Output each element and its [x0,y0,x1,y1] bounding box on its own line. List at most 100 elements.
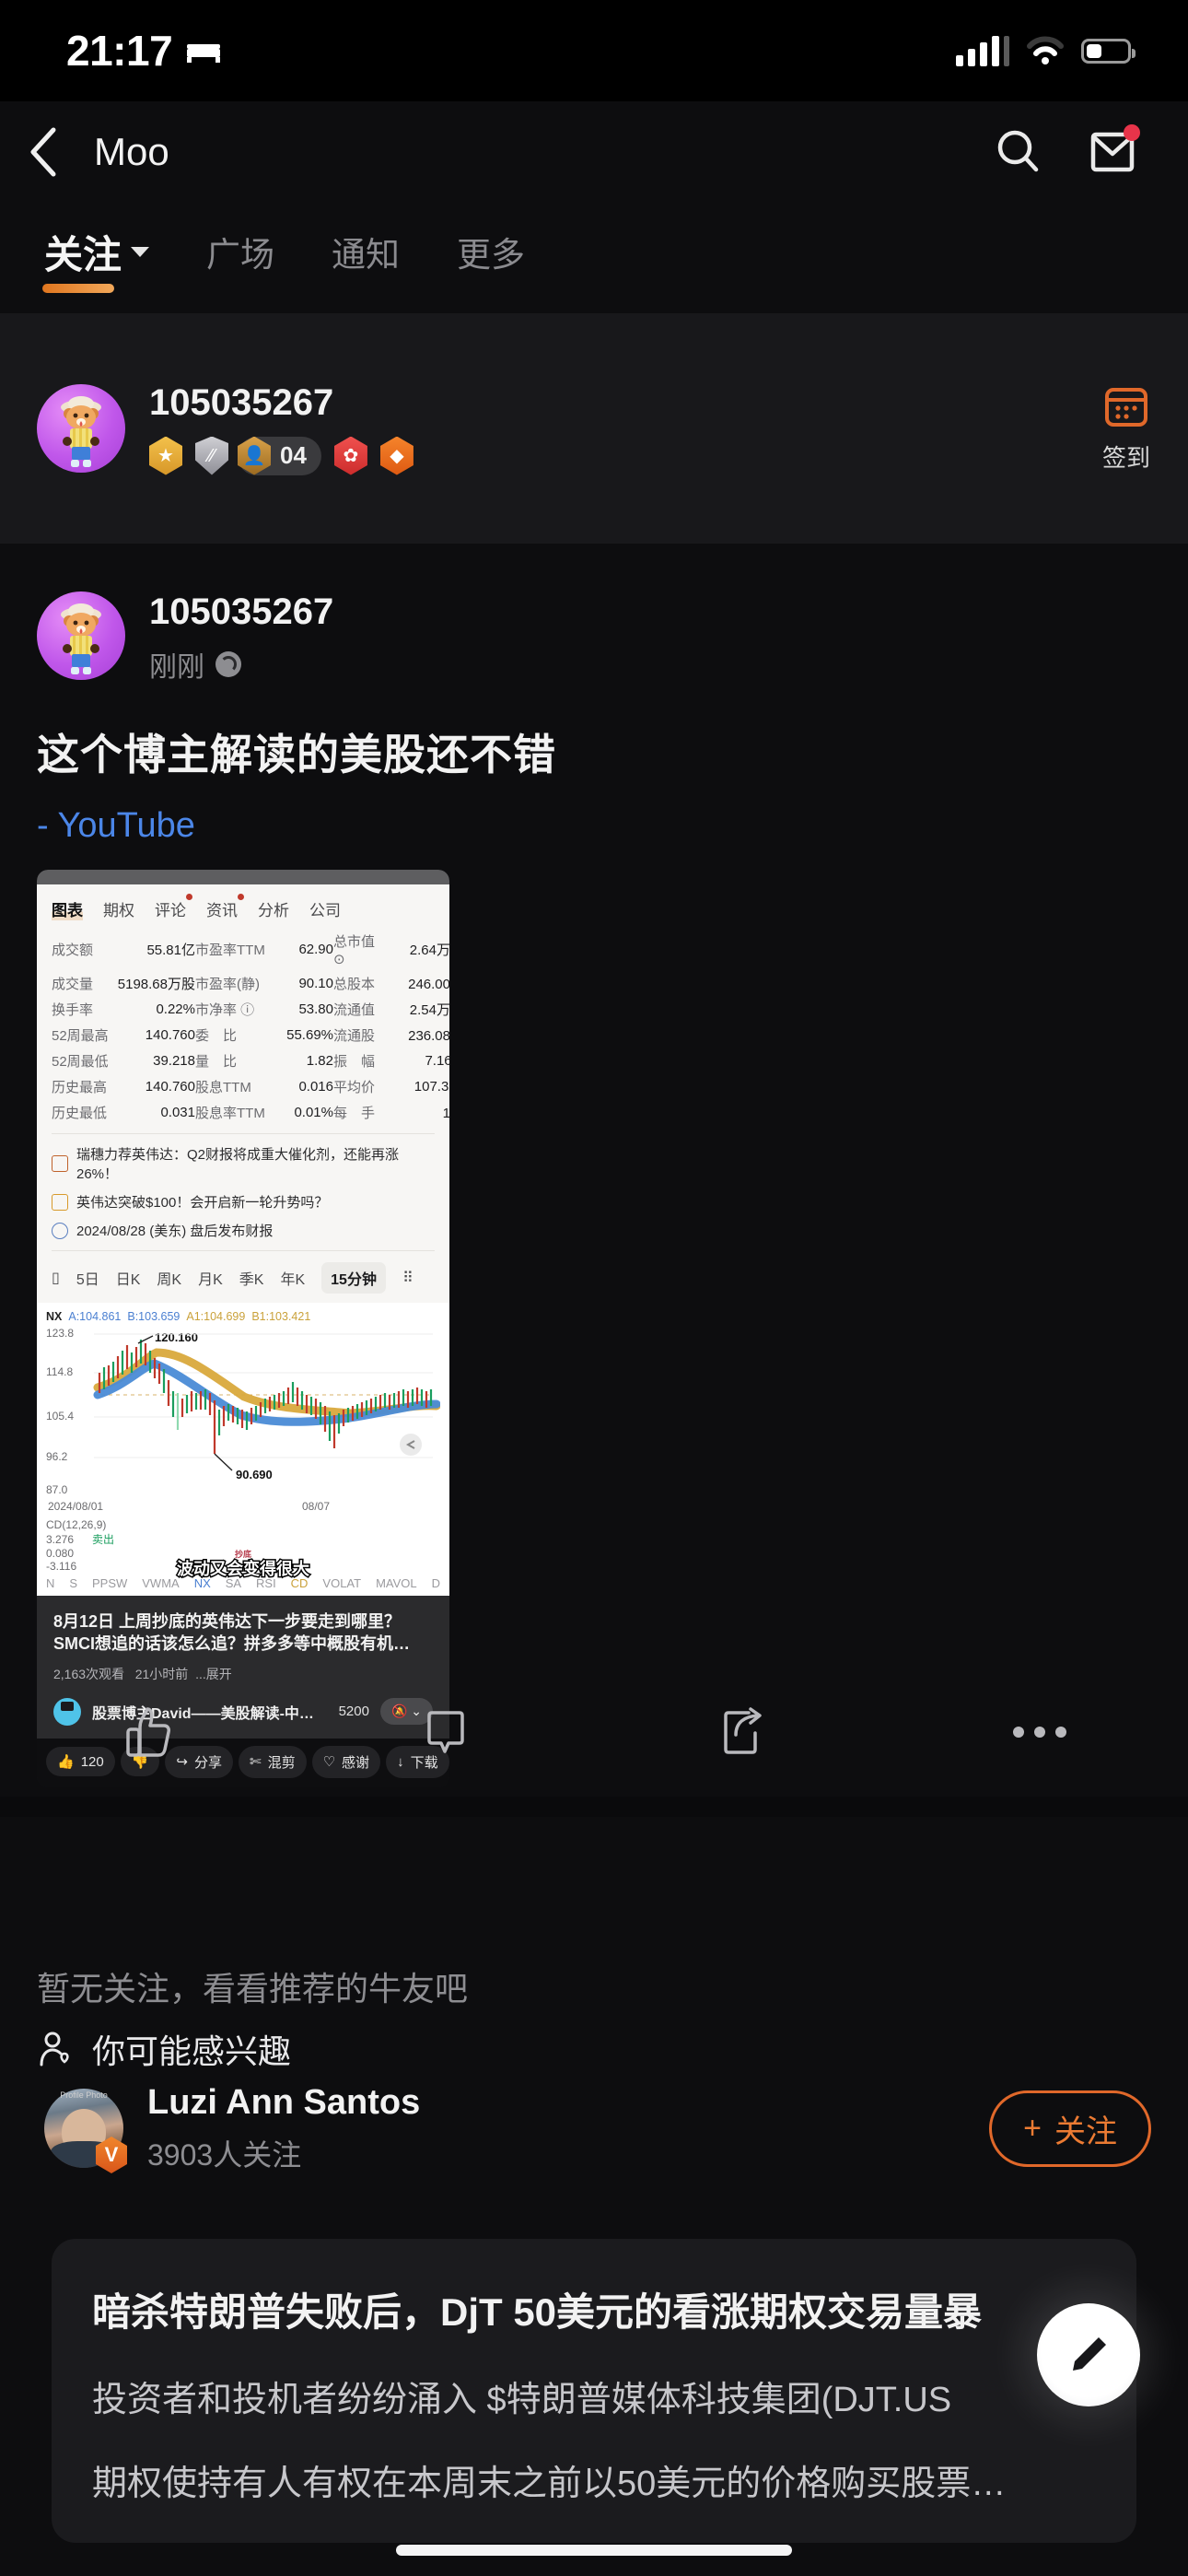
embed-tab-comments[interactable]: 评论 [155,894,192,920]
status-bar: 21:17 [0,0,1188,101]
article-card[interactable]: 暗杀特朗普失败后，DjT 50美元的看涨期权交易量暴 投资者和投机者纷纷涌入 $… [52,2239,1136,2543]
ktab-day[interactable]: 日K [116,1267,141,1289]
embed-news-list: 瑞穗力荐英伟达：Q2财报将成重大催化剂，还能再涨26%！ 英伟达突破$100！会… [52,1133,435,1240]
more-button[interactable] [891,1721,1188,1743]
video-title: 8月12日 上周抄底的英伟达下一步要走到哪里？SMCI想追的话该怎么追？拼多多等… [53,1612,410,1654]
quote-key: 换手率 [52,1002,94,1018]
gem-badge-icon[interactable]: ◆ [379,436,413,475]
bear-avatar-icon [61,396,101,467]
post-author-avatar[interactable] [37,591,125,680]
chart-legend: NX A:104.861 B:103.659 A1:104.699 B1:103… [46,1310,440,1323]
tab-notifications[interactable]: 通知 [324,227,407,276]
chevron-left-icon [30,127,56,177]
my-profile-info: 105035267 ★ ⁄⁄ 👤 04 ✿ ◆ [149,382,413,475]
embed-tab-list: 图表 期权 评论 资讯 分析 公司 [52,894,435,920]
ktab-month[interactable]: 月K [198,1267,223,1289]
quote-key: 52周最高 [52,1028,109,1044]
embed-tab-news-label: 资讯 [206,902,238,919]
news-item[interactable]: 瑞穗力荐英伟达：Q2财报将成重大催化剂，还能再涨26%！ [52,1144,435,1183]
tab-square[interactable]: 广场 [199,227,282,276]
interest-header: 你可能感兴趣 [37,2025,291,2073]
compose-button[interactable] [1037,2303,1140,2406]
quote-value: 140.760 [145,1079,195,1095]
share-button[interactable] [594,1704,891,1761]
checkin-button[interactable]: 签到 [1101,384,1151,474]
embed-tab-news[interactable]: 资讯 [206,894,244,920]
embed-tab-company[interactable]: 公司 [309,897,341,920]
embedded-screenshot[interactable]: 图表 期权 评论 资讯 分析 公司 成交额 55.81亿 市盈率TTM 62.9… [37,870,449,1787]
news-text: 2024/08/28 (美东) 盘后发布财报 [76,1224,274,1239]
tab-more-label: 更多 [457,236,526,274]
red-dot-icon [186,894,192,900]
ktab-year[interactable]: 年K [280,1267,305,1289]
pencil-icon [1073,2337,1106,2371]
empty-state-message: 暂无关注，看看推荐的牛友吧 [37,1970,469,2008]
article-line-3: 期权使持有人有权在本周末之前以50美元的价格购买股票… [92,2465,1007,2503]
chart-plot-area: 123.8 114.8 105.4 96.2 87.0 120.160 90.6… [46,1325,440,1500]
ktab-quarter[interactable]: 季K [239,1267,264,1289]
tab-more[interactable]: 更多 [449,227,532,276]
recommended-user-info: Luzi Ann Santos 3903人关注 [147,2083,420,2174]
chart-legend-b1: B1:103.421 [251,1310,311,1323]
section-divider [0,1797,1188,1817]
embed-chart-period-tabs: ▯ 5日 日K 周K 月K 季K 年K 15分钟 ⠿ [52,1250,435,1294]
follow-plus-icon: + [1023,2110,1042,2146]
post-timestamp: 刚刚 [149,652,204,683]
quote-key: 股息TTM [195,1080,251,1095]
ktab-5day[interactable]: 5日 [76,1267,99,1289]
article-comment-count: 评论 27 [92,2542,1096,2543]
back-button[interactable] [0,124,88,180]
search-button[interactable] [993,126,1044,178]
follow-button[interactable]: + 关注 [989,2090,1151,2167]
tab-notifications-label: 通知 [332,236,401,274]
recommended-user-name: Luzi Ann Santos [147,2082,421,2122]
bed-icon [187,44,221,63]
avatar[interactable] [37,384,125,473]
chart-symbol: NX [46,1310,63,1323]
shield-badge-icon[interactable]: ⁄⁄ [195,436,228,475]
recommended-user-avatar[interactable]: Profile Photo V [44,2089,127,2173]
globe-icon [215,651,241,677]
feed-tabs: 关注 广场 通知 更多 [0,203,1188,300]
quote-key: 成交量 [52,977,94,992]
my-username: 105035267 [149,381,334,423]
post-link[interactable]: - YouTube [37,806,1151,846]
embed-tab-chart[interactable]: 图表 [52,897,83,920]
ktab-selected[interactable]: 15分钟 [321,1262,386,1294]
chart-x-axis: 2024/08/01 08/07 [46,1500,440,1513]
news-item[interactable]: 英伟达突破$100！会开启新一轮升势吗？ [52,1192,435,1212]
mail-button[interactable] [1087,124,1140,178]
like-button[interactable] [0,1704,297,1761]
flower-badge-icon[interactable]: ✿ [333,436,367,475]
layout-icon[interactable]: ▯ [52,1269,60,1287]
macd-value-top: 3.276 [46,1532,75,1546]
ktab-week[interactable]: 周K [157,1267,181,1289]
quote-value: 55.69% [286,1027,333,1043]
news-item[interactable]: 2024/08/28 (美东) 盘后发布财报 [52,1221,435,1240]
person-heart-icon [40,2032,69,2067]
my-profile-strip[interactable]: 105035267 ★ ⁄⁄ 👤 04 ✿ ◆ 签到 [0,313,1188,544]
checkin-label: 签到 [1101,443,1150,472]
quote-key: 流通股 [333,1028,376,1044]
x-tick-mid: 08/07 [301,1500,330,1513]
app-screen: 21:17 Moo 关注 广场 通知 更多 105035267 ★ ⁄⁄ 👤 0… [0,0,1188,2576]
quote-key: 振 幅 [333,1054,376,1070]
quote-key: 量 比 [195,1054,238,1070]
quote-value: 236.08亿 [408,1028,449,1044]
tab-square-label: 广场 [206,236,275,274]
clock-icon [52,1222,68,1239]
star-badge-icon[interactable]: ★ [149,436,182,475]
friends-badge[interactable]: 👤 04 [238,436,321,475]
status-bar-left: 21:17 [66,26,222,76]
quote-key: 历史最高 [52,1080,108,1095]
embed-tab-analysis[interactable]: 分析 [258,897,289,920]
embed-tab-options[interactable]: 期权 [103,897,134,920]
chart-legend-b: B:103.659 [127,1310,181,1323]
comment-button[interactable] [297,1704,595,1761]
tab-follow[interactable]: 关注 [37,224,157,293]
share-icon [724,1707,762,1754]
avatar-caption: Profile Photo [60,2090,108,2100]
status-bar-right [956,35,1136,66]
grid-icon[interactable]: ⠿ [402,1269,413,1287]
recommended-user-row[interactable]: Profile Photo V Luzi Ann Santos 3903人关注 … [0,2073,1188,2184]
